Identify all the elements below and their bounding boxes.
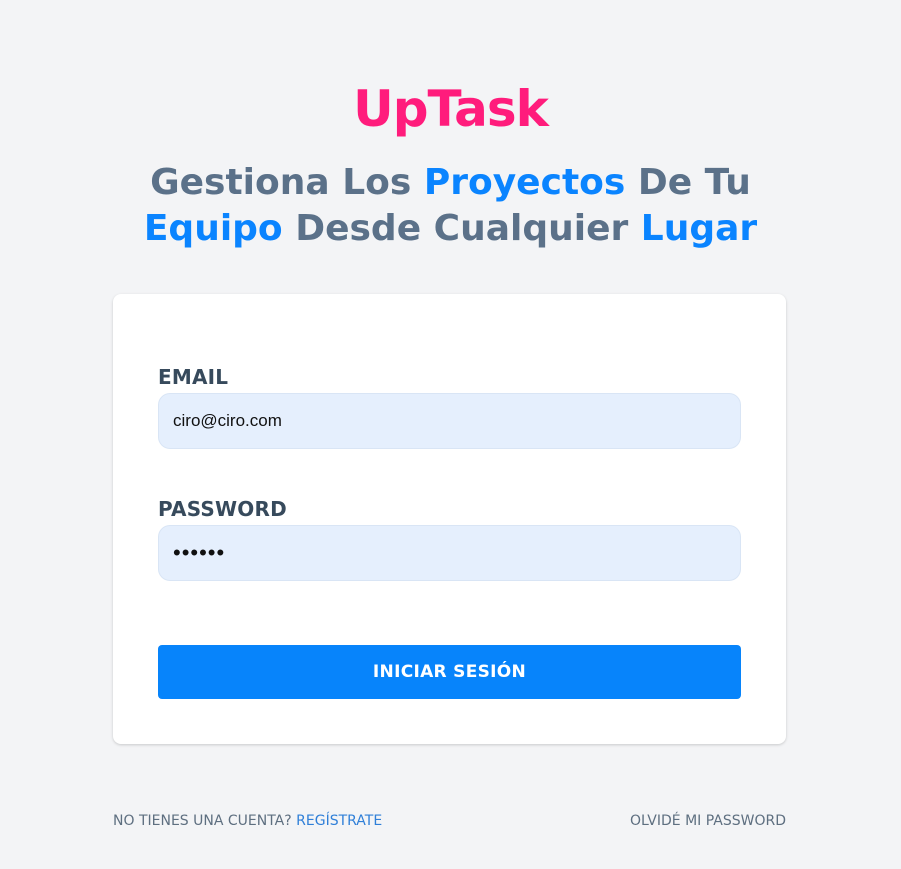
email-label: EMAIL: [158, 365, 229, 389]
password-label: PASSWORD: [158, 497, 287, 521]
register-link-text: REGÍSTRATE: [296, 813, 383, 829]
headline-highlight-3: Lugar: [640, 208, 758, 249]
headline-text-3: Desde Cualquier: [282, 208, 641, 249]
brand-title: UpTask: [353, 80, 549, 138]
headline-text-1: Gestiona Los: [150, 162, 424, 203]
password-field[interactable]: [158, 525, 741, 581]
page-headline: Gestiona Los Proyectos De Tu Equipo Desd…: [110, 160, 791, 252]
forgot-password-link[interactable]: OLVIDÉ MI PASSWORD: [630, 813, 786, 829]
headline-text-2: De Tu: [625, 162, 751, 203]
email-field[interactable]: [158, 393, 741, 449]
no-account-text: NO TIENES UNA CUENTA?: [113, 813, 297, 829]
headline-highlight-1: Proyectos: [423, 162, 626, 203]
register-link[interactable]: NO TIENES UNA CUENTA? REGÍSTRATE: [113, 813, 382, 829]
login-page: UpTask Gestiona Los Proyectos De Tu Equi…: [0, 0, 901, 869]
login-button[interactable]: INICIAR SESIÓN: [158, 645, 741, 699]
headline-highlight-2: Equipo: [143, 208, 283, 249]
login-form: EMAIL PASSWORD INICIAR SESIÓN: [113, 294, 786, 744]
